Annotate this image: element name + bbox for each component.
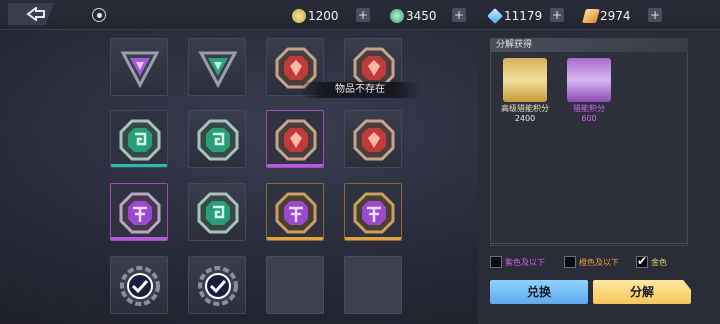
add-ticket-button[interactable]: + [648,8,662,22]
filter-label: 紫色及以下 [505,257,545,267]
green-octagon-icon [197,119,239,161]
item-slot[interactable] [344,110,402,168]
rarity-bar [345,237,401,240]
purple-octagon-icon [119,192,161,234]
currency-value: 2974 [600,9,631,23]
currency-value: 1200 [308,9,339,23]
divider [490,245,688,246]
item-slot[interactable] [266,183,324,241]
reward-name: 高级猎能积分 [501,104,549,113]
currency-gold: 1200 [292,7,339,25]
back-button[interactable] [8,3,54,25]
item-slot[interactable] [344,183,402,241]
purple-octagon-icon [353,192,395,234]
item-slot[interactable] [188,110,246,168]
rarity-bar [111,164,167,167]
reward-qty: 2400 [514,114,536,123]
checkbox[interactable] [636,254,648,268]
item-slot[interactable] [188,38,246,96]
home-icon[interactable] [92,8,106,22]
add-diamond-button[interactable]: + [550,8,564,22]
top-bar: 1200 + 3450 + 11179 + 2974 + [0,0,720,30]
filter-purple[interactable]: 紫色及以下 [490,255,545,269]
currency-value: 3450 [406,9,437,23]
rarity-bar [111,237,167,240]
reward-item[interactable]: 猎能积分 600 [562,58,616,124]
item-slot[interactable] [188,183,246,241]
diamond-icon [487,8,503,24]
currency-green: 3450 [390,7,437,25]
filter-label: 金色 [651,257,667,267]
reward-name: 猎能积分 [573,104,605,113]
add-green-button[interactable]: + [452,8,466,22]
purple-triangle-icon [120,51,160,89]
add-gold-button[interactable]: + [356,8,370,22]
item-slot[interactable] [188,256,246,314]
exchange-button[interactable]: 兑换 [490,280,588,304]
empty-slot [266,256,324,314]
checkbox[interactable] [564,256,576,268]
green-coin-icon [390,9,404,23]
item-slot[interactable] [110,110,168,168]
rarity-bar [267,237,323,240]
ticket-icon [582,9,600,23]
item-tooltip: 物品不存在 [300,82,420,98]
gold-coin-icon [292,9,306,23]
item-slot[interactable] [266,110,324,168]
empty-slot [344,256,402,314]
checkbox[interactable] [490,256,502,268]
back-arrow-icon [26,7,45,21]
filter-label: 橙色及以下 [579,257,619,267]
reward-item[interactable]: 高级猎能积分 2400 [498,58,552,124]
item-slot[interactable] [110,256,168,314]
reward-qty: 600 [581,114,597,123]
green-triangle-icon [198,51,238,89]
currency-ticket: 2974 [582,7,631,25]
rarity-bar [267,164,323,167]
item-slot[interactable] [110,183,168,241]
currency-value: 11179 [504,9,543,23]
decompose-button[interactable]: 分解 [593,280,691,304]
red-octagon-icon [353,119,395,161]
check-icon [127,273,153,299]
currency-diamond: 11179 [487,7,543,25]
green-octagon-icon [119,119,161,161]
check-icon [205,273,231,299]
hunt-points-icon [567,58,611,102]
red-octagon-icon [275,119,317,161]
filter-orange[interactable]: 橙色及以下 [564,255,619,269]
purple-octagon-icon [275,192,317,234]
filter-gold[interactable]: 金色 [636,254,667,269]
gold-hunt-points-icon [503,58,547,102]
green-octagon-icon [197,192,239,234]
item-slot[interactable] [110,38,168,96]
reward-title: 分解获得 [490,38,688,52]
